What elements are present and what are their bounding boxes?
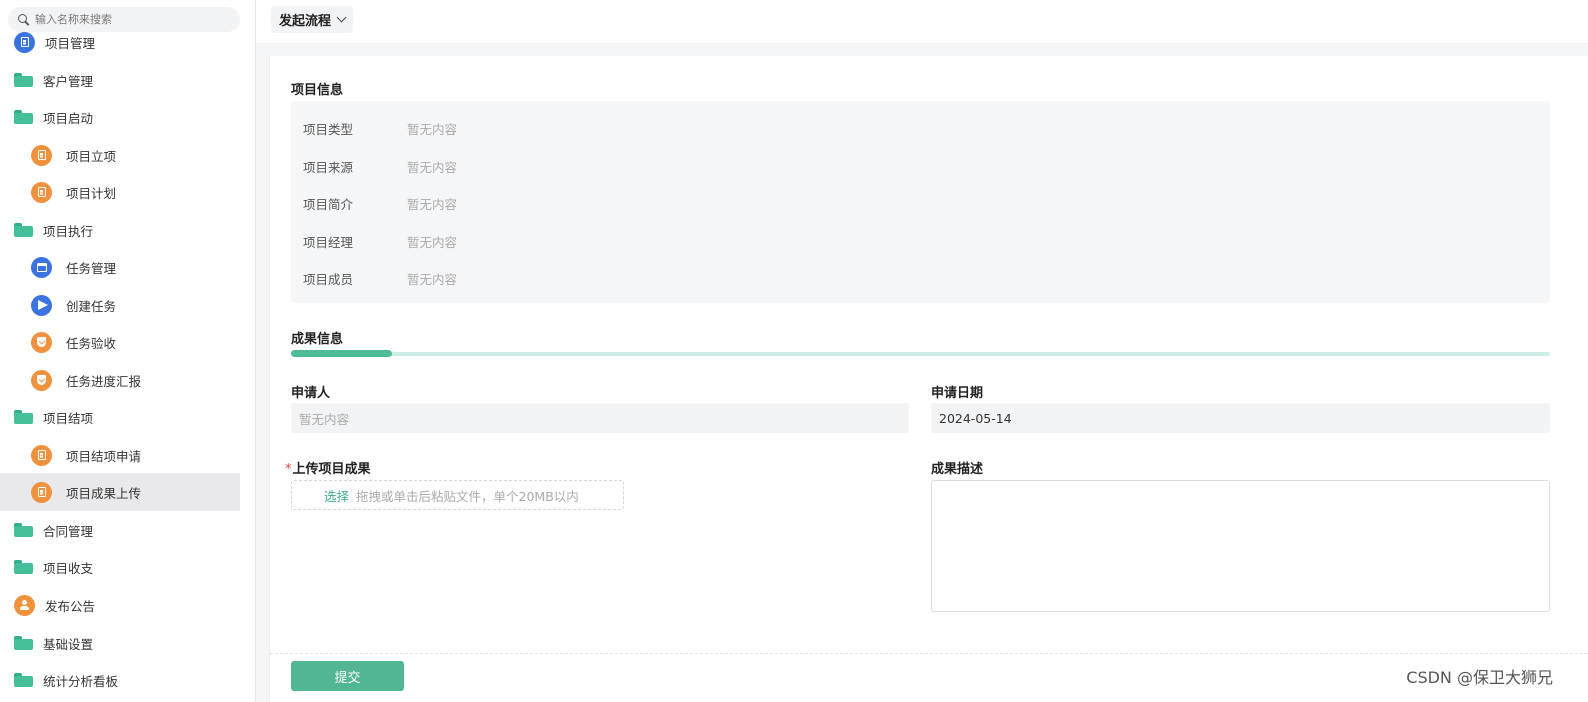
info-value: 暂无内容: [407, 272, 458, 287]
upload-label-text: 上传项目成果: [292, 462, 371, 477]
folder-icon: [14, 636, 33, 650]
sidebar-item-result-upload[interactable]: 项目成果上传: [0, 473, 240, 511]
sidebar-item-label: 项目结项: [43, 410, 94, 426]
sidebar-item-task-progress-report[interactable]: 任务进度汇报: [0, 361, 240, 399]
sidebar-item-project-management[interactable]: 项目管理: [0, 23, 240, 61]
info-value: 暂无内容: [407, 197, 458, 212]
info-value: 暂无内容: [407, 122, 458, 137]
progress-track: [291, 352, 1550, 356]
sidebar-item-project-approval[interactable]: 项目立项: [0, 136, 240, 174]
info-value: 暂无内容: [407, 235, 458, 250]
document-icon: [14, 31, 35, 53]
send-icon: [31, 294, 52, 316]
required-mark: *: [285, 462, 292, 477]
start-flow-button[interactable]: 发起流程: [271, 6, 354, 33]
project-info-title: 项目信息: [291, 83, 344, 98]
sidebar-item-customer-management[interactable]: 客户管理: [0, 61, 240, 99]
folder-icon: [14, 223, 33, 237]
applicant-label: 申请人: [291, 386, 331, 401]
sidebar-item-label: 项目收支: [43, 560, 94, 576]
info-key: 项目简介: [303, 197, 354, 212]
document-icon: [31, 144, 52, 166]
info-row: 项目成员 暂无内容: [303, 269, 457, 288]
sidebar-item-project-closure[interactable]: 项目结项: [0, 398, 240, 436]
folder-icon: [14, 110, 33, 124]
sidebar-item-project-plan[interactable]: 项目计划: [0, 173, 240, 211]
info-key: 项目经理: [303, 235, 354, 250]
sidebar-item-label: 项目立项: [66, 148, 117, 164]
applicant-field: 暂无内容: [291, 403, 909, 433]
sidebar-item-label: 任务管理: [66, 260, 117, 276]
sidebar-item-contract-management[interactable]: 合同管理: [0, 511, 240, 549]
info-row: 项目经理 暂无内容: [303, 232, 457, 251]
folder-icon: [14, 523, 33, 537]
document-icon: [31, 181, 52, 203]
sidebar-item-analytics-dashboard[interactable]: 统计分析看板: [0, 661, 240, 699]
sidebar-item-create-task[interactable]: 创建任务: [0, 286, 240, 324]
result-description-label: 成果描述: [931, 462, 984, 477]
sidebar-item-label: 任务进度汇报: [66, 373, 142, 389]
sidebar-item-project-execution[interactable]: 项目执行: [0, 211, 240, 249]
submit-button[interactable]: 提交: [291, 661, 404, 691]
info-row: 项目来源 暂无内容: [303, 157, 457, 176]
sidebar-item-closure-application[interactable]: 项目结项申请: [0, 436, 240, 474]
chevron-down-icon: [336, 12, 347, 23]
shield-icon: [31, 369, 52, 391]
sidebar-item-basic-settings[interactable]: 基础设置: [0, 624, 240, 662]
sidebar-item-label: 创建任务: [66, 298, 117, 314]
folder-icon: [14, 560, 33, 574]
sidebar-item-label: 客户管理: [43, 73, 94, 89]
sidebar-item-label: 发布公告: [45, 598, 96, 614]
sidebar: 项目管理 客户管理 项目启动 项目立项 项目计划 项目执行 任务管理 创建任务: [0, 0, 256, 702]
info-row: 项目简介 暂无内容: [303, 194, 457, 213]
info-row: 项目类型 暂无内容: [303, 119, 457, 138]
upload-label: *上传项目成果: [285, 458, 371, 477]
shield-icon: [31, 331, 52, 353]
folder-icon: [14, 410, 33, 424]
folder-icon: [14, 673, 33, 687]
sidebar-item-label: 统计分析看板: [43, 673, 119, 689]
info-key: 项目成员: [303, 272, 354, 287]
watermark: CSDN @保卫大狮兄: [1406, 668, 1553, 687]
sidebar-item-label: 项目成果上传: [66, 485, 142, 501]
user-icon: [14, 594, 35, 616]
sidebar-item-label: 基础设置: [43, 636, 94, 652]
document-icon: [31, 444, 52, 466]
sidebar-item-label: 项目执行: [43, 223, 94, 239]
sidebar-item-label: 项目结项申请: [66, 448, 142, 464]
sidebar-item-label: 项目启动: [43, 110, 94, 126]
sidebar-item-label: 合同管理: [43, 523, 94, 539]
sidebar-item-project-start[interactable]: 项目启动: [0, 98, 240, 136]
sidebar-item-label: 任务验收: [66, 335, 117, 351]
sidebar-item-label: 项目计划: [66, 185, 117, 201]
document-icon: [31, 481, 52, 503]
apply-date-field: 2024-05-14: [931, 403, 1550, 433]
progress-fill: [291, 350, 392, 357]
sidebar-item-announcements[interactable]: 发布公告: [0, 586, 240, 624]
result-info-title: 成果信息: [291, 332, 344, 347]
file-upload-area[interactable]: 选择 拖拽或单击后粘贴文件，单个20MB以内: [291, 480, 624, 510]
sidebar-item-task-management[interactable]: 任务管理: [0, 248, 240, 286]
footer-divider: [270, 653, 1588, 654]
start-flow-label: 发起流程: [279, 14, 332, 29]
sidebar-item-label: 项目管理: [45, 35, 96, 51]
info-value: 暂无内容: [407, 160, 458, 175]
result-description-textarea[interactable]: [931, 480, 1550, 612]
top-bar: 发起流程: [256, 0, 1588, 44]
app-window: 项目管理 客户管理 项目启动 项目立项 项目计划 项目执行 任务管理 创建任务: [0, 0, 1588, 702]
apply-date-label: 申请日期: [931, 386, 984, 401]
select-file-link[interactable]: 选择: [324, 486, 349, 505]
folder-icon: [14, 73, 33, 87]
project-info-panel: 项目类型 暂无内容 项目来源 暂无内容 项目简介 暂无内容 项目经理 暂无内容 …: [291, 101, 1550, 303]
sidebar-item-project-finance[interactable]: 项目收支: [0, 548, 240, 586]
calendar-icon: [31, 256, 52, 278]
sidebar-item-task-acceptance[interactable]: 任务验收: [0, 323, 240, 361]
info-key: 项目来源: [303, 160, 354, 175]
upload-hint: 拖拽或单击后粘贴文件，单个20MB以内: [356, 488, 579, 504]
info-key: 项目类型: [303, 122, 354, 137]
